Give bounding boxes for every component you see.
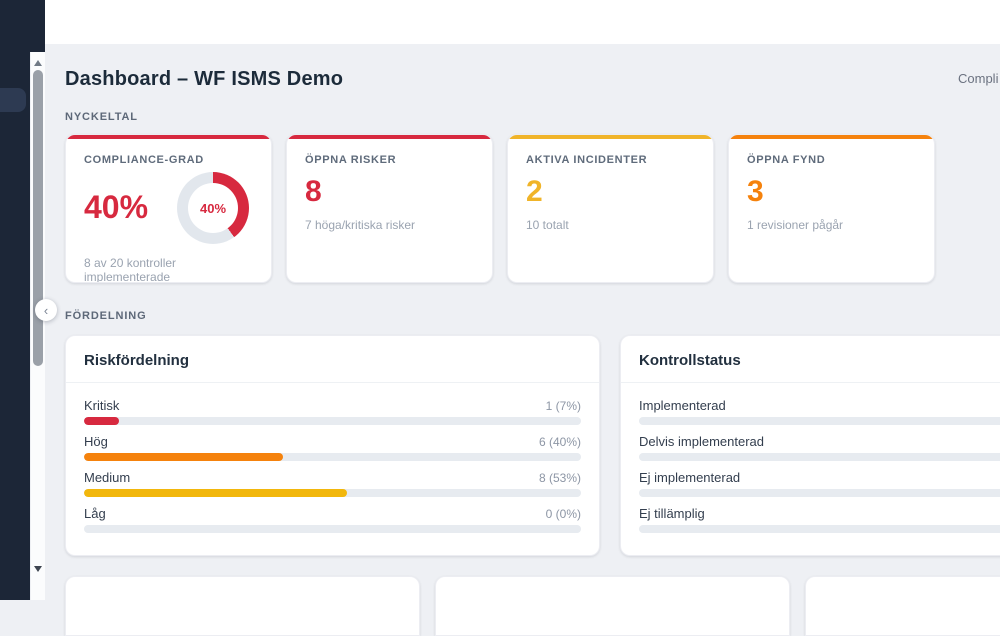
control-label: Implementerad bbox=[639, 398, 726, 413]
kpi-subtext: 1 revisioner pågår bbox=[747, 218, 916, 232]
page-title: Dashboard – WF ISMS Demo bbox=[65, 68, 1000, 91]
distribution-row: Riskfördelning Kritisk 1 (7%) Hög 6 (40%… bbox=[65, 335, 1000, 556]
risk-value: 1 (7%) bbox=[546, 399, 581, 413]
progress-fill bbox=[84, 489, 347, 497]
progress-track bbox=[639, 453, 1000, 461]
progress-track bbox=[84, 417, 581, 425]
progress-fill bbox=[84, 453, 283, 461]
bottom-card-row bbox=[65, 576, 1000, 636]
control-label: Delvis implementerad bbox=[639, 434, 764, 449]
progress-fill bbox=[84, 417, 119, 425]
vertical-scrollbar[interactable] bbox=[31, 52, 45, 600]
card-title: Riskfördelning bbox=[66, 336, 599, 383]
partial-card-3 bbox=[805, 576, 1000, 636]
kpi-card-active-incidents: AKTIVA INCIDENTER 2 10 totalt bbox=[507, 134, 714, 283]
progress-track bbox=[639, 489, 1000, 497]
risk-value: 0 (0%) bbox=[546, 507, 581, 521]
kpi-subtext: 10 totalt bbox=[526, 218, 695, 232]
risk-row-hog: Hög 6 (40%) bbox=[84, 434, 581, 461]
risk-value: 6 (40%) bbox=[539, 435, 581, 449]
sidebar bbox=[0, 0, 30, 600]
risk-label: Kritisk bbox=[84, 398, 119, 413]
kpi-card-open-risks: ÖPPNA RISKER 8 7 höga/kritiska risker bbox=[286, 134, 493, 283]
kpi-card-row: COMPLIANCE-GRAD 40% 40% 8 av 20 kontroll… bbox=[65, 134, 1000, 283]
risk-label: Låg bbox=[84, 506, 106, 521]
donut-center-label: 40% bbox=[188, 183, 238, 233]
main-content: Dashboard – WF ISMS Demo Compli NYCKELTA… bbox=[45, 44, 1000, 600]
kpi-value: 8 bbox=[305, 176, 474, 208]
kpi-card-compliance: COMPLIANCE-GRAD 40% 40% 8 av 20 kontroll… bbox=[65, 134, 272, 283]
kpi-label: ÖPPNA FYND bbox=[747, 154, 916, 166]
control-row-implementerad: Implementerad bbox=[639, 398, 1000, 425]
risk-row-kritisk: Kritisk 1 (7%) bbox=[84, 398, 581, 425]
kpi-subtext: 7 höga/kritiska risker bbox=[305, 218, 474, 232]
top-bar bbox=[45, 0, 1000, 44]
risk-label: Medium bbox=[84, 470, 130, 485]
section-label-nyckeltal: NYCKELTAL bbox=[65, 111, 1000, 123]
risk-row-lag: Låg 0 (0%) bbox=[84, 506, 581, 533]
kpi-value: 40% bbox=[84, 191, 148, 225]
kpi-value: 3 bbox=[747, 176, 916, 208]
progress-track bbox=[84, 525, 581, 533]
compliance-donut-chart: 40% bbox=[177, 172, 249, 244]
control-row-ej-implementerad: Ej implementerad bbox=[639, 470, 1000, 497]
risk-distribution-card: Riskfördelning Kritisk 1 (7%) Hög 6 (40%… bbox=[65, 335, 600, 556]
kpi-card-open-findings: ÖPPNA FYND 3 1 revisioner pågår bbox=[728, 134, 935, 283]
sidebar-active-item[interactable] bbox=[0, 88, 26, 112]
control-row-ej-tillamplig: Ej tillämplig bbox=[639, 506, 1000, 533]
control-row-delvis: Delvis implementerad bbox=[639, 434, 1000, 461]
top-right-link[interactable]: Compli bbox=[958, 71, 998, 86]
partial-card-1 bbox=[65, 576, 420, 636]
kpi-value: 2 bbox=[526, 176, 695, 208]
kpi-label: AKTIVA INCIDENTER bbox=[526, 154, 695, 166]
progress-track bbox=[84, 453, 581, 461]
sidebar-header-block bbox=[0, 0, 45, 52]
progress-track bbox=[639, 525, 1000, 533]
control-label: Ej tillämplig bbox=[639, 506, 705, 521]
partial-card-2 bbox=[435, 576, 790, 636]
scroll-down-arrow-icon[interactable] bbox=[34, 566, 42, 572]
scroll-up-arrow-icon[interactable] bbox=[34, 60, 42, 66]
sidebar-collapse-button[interactable]: ‹ bbox=[35, 299, 57, 321]
progress-track bbox=[84, 489, 581, 497]
risk-row-medium: Medium 8 (53%) bbox=[84, 470, 581, 497]
control-label: Ej implementerad bbox=[639, 470, 740, 485]
kpi-label: COMPLIANCE-GRAD bbox=[84, 154, 253, 166]
progress-track bbox=[639, 417, 1000, 425]
control-status-card: Kontrollstatus Implementerad Delvis impl… bbox=[620, 335, 1000, 556]
scrollbar-thumb[interactable] bbox=[33, 70, 43, 366]
kpi-label: ÖPPNA RISKER bbox=[305, 154, 474, 166]
kpi-subtext: 8 av 20 kontroller implementerade bbox=[84, 256, 253, 283]
risk-label: Hög bbox=[84, 434, 108, 449]
section-label-fordelning: FÖRDELNING bbox=[65, 310, 1000, 322]
card-title: Kontrollstatus bbox=[621, 336, 1000, 383]
chevron-left-icon: ‹ bbox=[44, 304, 48, 317]
risk-value: 8 (53%) bbox=[539, 471, 581, 485]
